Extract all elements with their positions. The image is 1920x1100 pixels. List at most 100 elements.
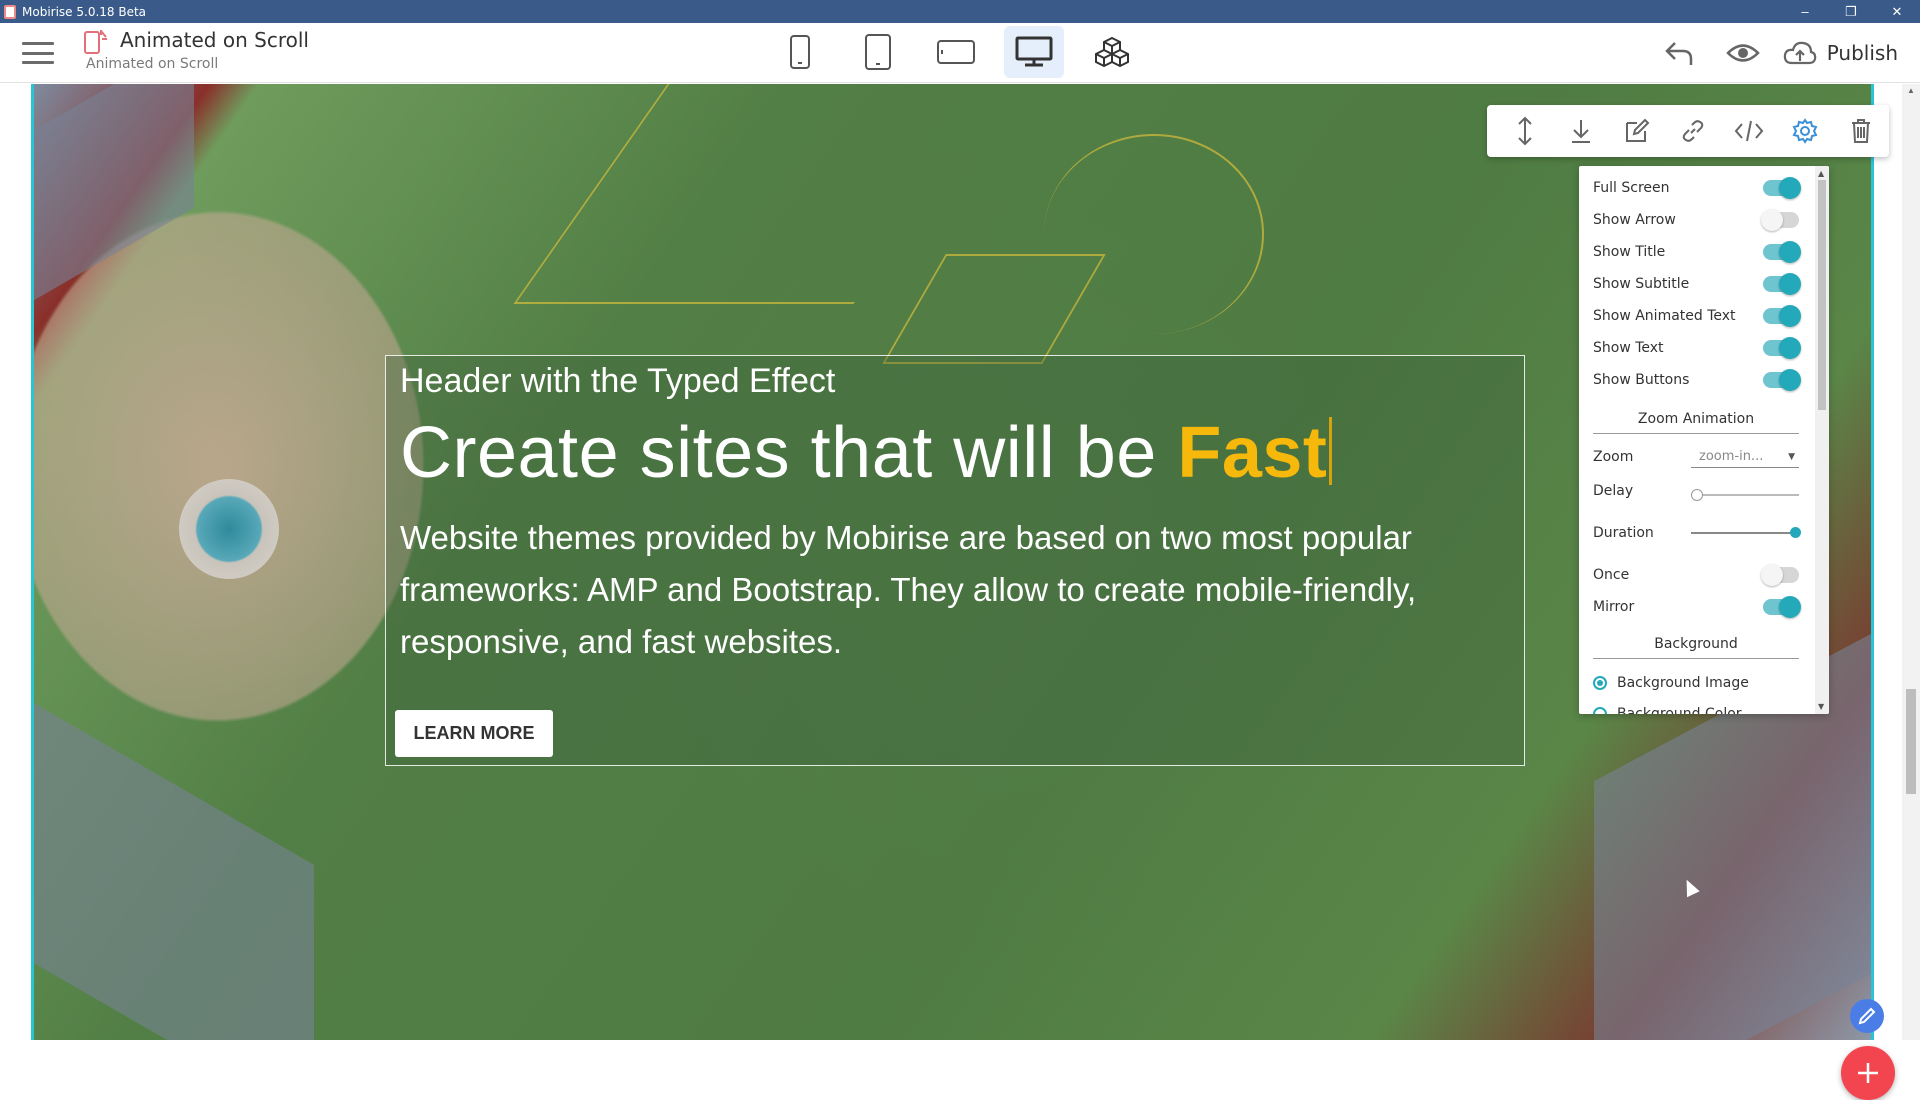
hero-title[interactable]: Create sites that will be Fast	[400, 412, 1333, 494]
setting-label: Show Buttons	[1593, 372, 1690, 388]
editor-canvas: Header with the Typed Effect Create site…	[0, 84, 1920, 1100]
window-title: Mobirise 5.0.18 Beta	[22, 4, 147, 19]
setting-label: Show Text	[1593, 340, 1664, 356]
blocks-icon[interactable]	[1082, 26, 1142, 78]
trash-icon[interactable]	[1833, 105, 1889, 157]
setting-duration: Duration	[1593, 520, 1801, 546]
preview-eye-icon[interactable]	[1711, 23, 1775, 83]
full-screen-toggle[interactable]	[1763, 177, 1801, 199]
page-scrollbar[interactable]: ▲	[1902, 84, 1920, 1040]
menu-icon[interactable]	[22, 39, 54, 67]
hero-text[interactable]: Website themes provided by Mobirise are …	[400, 512, 1500, 668]
bg-color-radio[interactable]	[1593, 707, 1607, 714]
hero-content: Header with the Typed Effect Create site…	[385, 355, 1525, 766]
block-toolbar	[1487, 105, 1889, 157]
minimize-button[interactable]: –	[1782, 0, 1828, 23]
duration-slider[interactable]	[1691, 527, 1801, 538]
once-label: Once	[1593, 567, 1630, 583]
gear-icon[interactable]	[1777, 105, 1833, 157]
pencil-icon	[1858, 1007, 1876, 1025]
zoom-select-value: zoom-in...	[1699, 449, 1764, 464]
publish-button[interactable]: Publish	[1775, 41, 1920, 65]
hero-title-typed: Fast	[1177, 413, 1328, 493]
mirror-toggle[interactable]	[1763, 596, 1801, 618]
scroll-up-icon[interactable]: ▲	[1907, 86, 1915, 95]
phone-icon[interactable]	[770, 26, 830, 78]
cloud-upload-icon	[1783, 41, 1816, 65]
field-line-decoration	[1044, 134, 1264, 334]
setting-show-arrow[interactable]: Show Arrow	[1593, 207, 1799, 233]
pitch-mound	[179, 479, 279, 579]
field-line-decoration	[882, 254, 1106, 364]
setting-zoom: Zoom zoom-in... ▼	[1593, 444, 1799, 470]
setting-show-title[interactable]: Show Title	[1593, 239, 1801, 265]
hero-subtitle[interactable]: Header with the Typed Effect	[400, 362, 835, 401]
bleachers-decoration	[34, 703, 314, 1040]
block-settings-panel: Full Screen Show Arrow Show Title Show S…	[1579, 166, 1829, 714]
link-icon[interactable]	[1665, 105, 1721, 157]
background-section-title: Background	[1593, 636, 1799, 659]
learn-more-button[interactable]: LEARN MORE	[395, 710, 553, 757]
code-icon[interactable]	[1721, 105, 1777, 157]
settings-scrollbar[interactable]: ▲ ▼	[1815, 166, 1829, 714]
window-titlebar: Mobirise 5.0.18 Beta – ❐ ✕	[0, 0, 1920, 23]
setting-label: Show Arrow	[1593, 212, 1676, 228]
restore-button[interactable]: ❐	[1828, 0, 1874, 23]
delay-slider-handle[interactable]	[1691, 489, 1703, 501]
scroll-down-icon[interactable]: ▼	[1818, 702, 1824, 711]
setting-show-text[interactable]: Show Text	[1593, 335, 1801, 361]
bg-image-label: Background Image	[1617, 675, 1749, 691]
app-logo-icon	[4, 4, 16, 19]
bg-image-option[interactable]: Background Image	[1593, 675, 1749, 691]
setting-mirror[interactable]: Mirror	[1593, 594, 1801, 620]
tablet-icon[interactable]	[848, 26, 908, 78]
settings-scroll-thumb[interactable]	[1818, 180, 1826, 410]
zoom-label: Zoom	[1593, 449, 1634, 465]
plus-icon	[1858, 1063, 1878, 1083]
bg-color-option[interactable]: Background Color	[1593, 706, 1742, 714]
edit-pencil-button[interactable]	[1850, 999, 1884, 1033]
mirror-label: Mirror	[1593, 599, 1635, 615]
setting-show-animated-text[interactable]: Show Animated Text	[1593, 303, 1801, 329]
publish-label: Publish	[1826, 41, 1898, 65]
add-block-button[interactable]	[1841, 1046, 1895, 1100]
setting-once[interactable]: Once	[1593, 562, 1799, 588]
setting-label: Full Screen	[1593, 180, 1670, 196]
show-title-toggle[interactable]	[1763, 241, 1801, 263]
show-buttons-toggle[interactable]	[1763, 369, 1801, 391]
window-controls: – ❐ ✕	[1782, 0, 1920, 23]
scroll-up-icon[interactable]: ▲	[1818, 169, 1824, 178]
download-icon[interactable]	[1553, 105, 1609, 157]
page-subtitle: Animated on Scroll	[86, 56, 219, 72]
bleachers-decoration	[34, 84, 194, 301]
close-button[interactable]: ✕	[1874, 0, 1920, 23]
undo-icon[interactable]	[1647, 23, 1711, 83]
desktop-icon[interactable]	[1004, 26, 1064, 78]
setting-show-buttons[interactable]: Show Buttons	[1593, 367, 1801, 393]
page-scroll-thumb[interactable]	[1906, 689, 1916, 794]
show-animated-text-toggle[interactable]	[1763, 305, 1801, 327]
delay-slider[interactable]	[1691, 489, 1799, 501]
setting-label: Show Animated Text	[1593, 308, 1736, 324]
zoom-animation-section-title: Zoom Animation	[1593, 411, 1799, 434]
device-switcher	[770, 26, 1142, 78]
setting-full-screen[interactable]: Full Screen	[1593, 175, 1801, 201]
move-icon[interactable]	[1497, 105, 1553, 157]
typing-cursor	[1329, 417, 1333, 485]
bg-color-label: Background Color	[1617, 706, 1742, 714]
zoom-select[interactable]: zoom-in... ▼	[1691, 446, 1799, 468]
header-actions: Publish	[1647, 23, 1920, 83]
setting-delay: Delay	[1593, 478, 1799, 504]
show-arrow-toggle[interactable]	[1761, 209, 1799, 231]
duration-slider-handle[interactable]	[1790, 527, 1801, 538]
bg-image-radio[interactable]	[1593, 676, 1607, 690]
page-title: Animated on Scroll	[120, 28, 309, 52]
setting-show-subtitle[interactable]: Show Subtitle	[1593, 271, 1801, 297]
show-subtitle-toggle[interactable]	[1763, 273, 1801, 295]
setting-label: Show Title	[1593, 244, 1666, 260]
show-text-toggle[interactable]	[1763, 337, 1801, 359]
once-toggle[interactable]	[1761, 564, 1799, 586]
tablet-landscape-icon[interactable]	[926, 26, 986, 78]
edit-icon[interactable]	[1609, 105, 1665, 157]
duration-label: Duration	[1593, 525, 1654, 541]
